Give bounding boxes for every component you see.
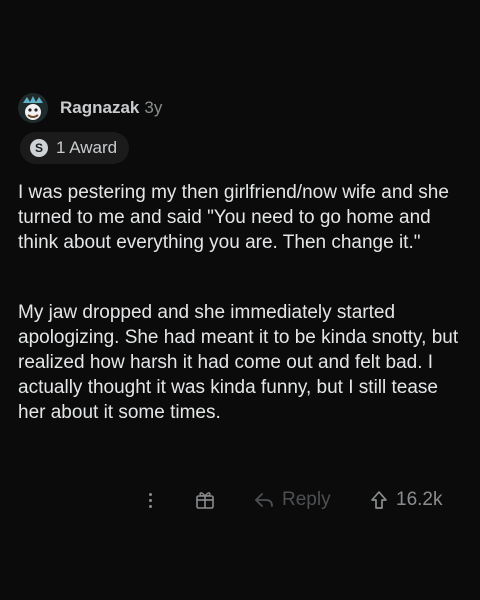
awards-badge[interactable]: S 1 Award (20, 132, 130, 164)
reply-arrow-icon (255, 493, 273, 507)
upvote-button[interactable]: 16.2k (370, 486, 442, 514)
avatar[interactable] (18, 93, 48, 123)
comment-age: 3y (144, 98, 163, 117)
reply-label: Reply (282, 489, 331, 510)
gift-icon (196, 492, 214, 509)
award-button[interactable] (194, 489, 216, 511)
more-options-button[interactable] (144, 488, 156, 512)
comment-actions: Reply 16.2k (18, 482, 464, 518)
avatar-icon (18, 93, 48, 123)
more-vertical-icon (148, 492, 152, 496)
awards-count: 1 Award (56, 138, 118, 157)
upvote-arrow-icon (371, 491, 387, 509)
comment: Ragnazak 3y S 1 Award I was pestering my… (18, 92, 464, 510)
comment-body: I was pestering my then girlfriend/now w… (18, 180, 464, 425)
comment-header: Ragnazak 3y (18, 92, 464, 124)
comment-paragraph: My jaw dropped and she immediately start… (18, 302, 459, 423)
score-count: 16.2k (396, 489, 443, 510)
reply-button[interactable]: Reply (254, 486, 331, 514)
author-username[interactable]: Ragnazak (60, 98, 139, 118)
award-icon: S (30, 139, 48, 157)
comment-paragraph: I was pestering my then girlfriend/now w… (18, 182, 449, 253)
